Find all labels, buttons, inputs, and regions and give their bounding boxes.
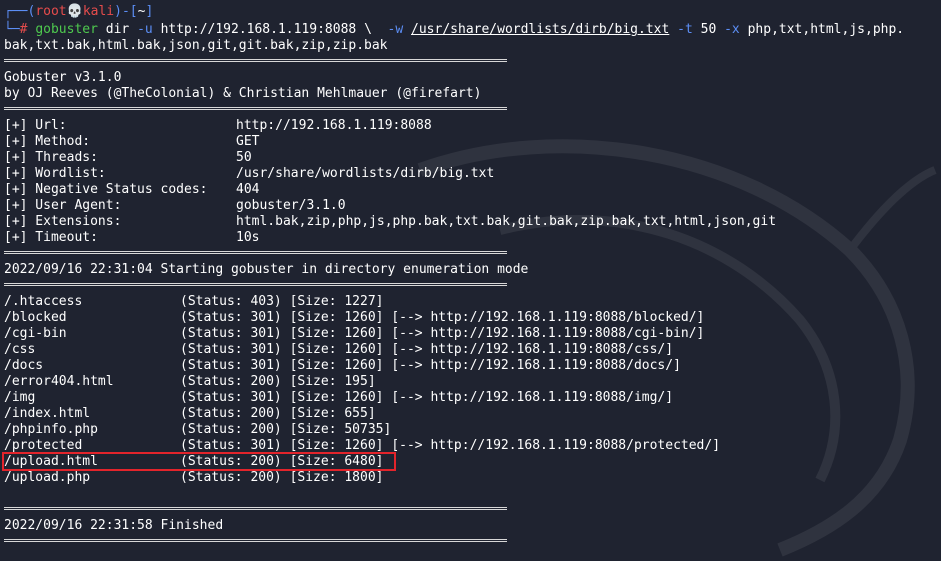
separator [4,507,507,510]
config-line: [+] Extensions: html.bak,zip,php,js,php.b… [4,214,776,230]
config-value: 404 [236,182,260,197]
finish-message: 2022/09/16 22:31:58 Finished [4,518,224,533]
config-value: 50 [236,150,252,165]
result-row: /index.html (Status: 200) [Size: 655] [4,406,376,422]
result-path: /index.html [4,406,91,421]
prompt-user: root [35,4,67,19]
result-info: (Status: 200) [Size: 195] [180,374,376,389]
command-extensions-2: bak,txt.bak,html.bak,json,git,git.bak,zi… [4,38,388,53]
result-row: /phpinfo.php (Status: 200) [Size: 50735] [4,422,391,438]
command-threads: 50 [700,22,717,37]
config-label: [+] Threads: [4,150,98,165]
config-value: /usr/share/wordlists/dirb/big.txt [236,166,495,181]
config-line: [+] Negative Status codes: 404 [4,182,259,198]
separator [4,59,507,62]
result-row: /css (Status: 301) [Size: 1260] [--> http… [4,342,673,358]
command-t-flag: -t [677,22,693,37]
config-line: [+] Url: http://192.168.1.119:8088 [4,118,432,134]
config-line: [+] User Agent: gobuster/3.1.0 [4,198,346,214]
config-line: [+] Timeout: 10s [4,230,259,246]
result-info: (Status: 301) [Size: 1260] [--> http://1… [180,342,674,357]
result-path: /error404.html [4,374,114,389]
result-path: /phpinfo.php [4,422,98,437]
prompt-end: ] [145,4,154,19]
result-path: /.htaccess [4,294,83,309]
skull-icon: 💀 [66,4,83,19]
config-label: [+] Negative Status codes: [4,182,208,197]
config-value: gobuster/3.1.0 [236,198,346,213]
result-path: /cgi-bin [4,326,67,341]
config-label: [+] Url: [4,118,67,133]
separator [4,107,507,110]
command-line[interactable]: └─# gobuster dir -u http://192.168.1.119… [4,22,904,38]
result-info: (Status: 301) [Size: 1260] [--> http://1… [180,310,705,325]
start-message: 2022/09/16 22:31:04 Starting gobuster in… [4,262,529,277]
prompt-mid: )-[ [114,4,138,19]
result-path: /blocked [4,310,67,325]
config-value: html.bak,zip,php,js,php.bak,txt.bak,git.… [236,214,777,229]
config-label: [+] Extensions: [4,214,122,229]
result-info: (Status: 200) [Size: 655] [180,406,376,421]
config-value: 10s [236,230,260,245]
config-label: [+] Wordlist: [4,166,106,181]
highlight-annotation-box [2,452,396,471]
command-extensions-1: php,txt,html,js,php. [747,22,905,37]
result-row: /img (Status: 301) [Size: 1260] [--> http… [4,390,673,406]
config-label: [+] Timeout: [4,230,98,245]
result-info: (Status: 301) [Size: 1260] [--> http://1… [180,438,721,453]
result-info: (Status: 301) [Size: 1260] [--> http://1… [180,358,681,373]
config-line: [+] Threads: 50 [4,150,252,166]
banner-authors: by OJ Reeves (@TheColonial) & Christian … [4,86,482,101]
config-label: [+] Method: [4,134,91,149]
result-info: (Status: 301) [Size: 1260] [--> http://1… [180,326,705,341]
result-row: /.htaccess (Status: 403) [Size: 1227] [4,294,384,310]
prompt-hash: # [19,22,28,37]
command-tool: gobuster [35,22,98,37]
result-info: (Status: 301) [Size: 1260] [--> http://1… [180,390,674,405]
command-u-flag: -u [137,22,153,37]
separator [4,251,507,254]
config-value: http://192.168.1.119:8088 [236,118,432,133]
command-continuation: \ [364,22,372,37]
prompt-corner-bottom: └─ [4,22,20,37]
config-line: [+] Method: GET [4,134,259,150]
result-path: /css [4,342,36,357]
result-row: /docs (Status: 301) [Size: 1260] [--> htt… [4,358,681,374]
command-wordlist: /usr/share/wordlists/dirb/big.txt [411,22,670,37]
config-line: [+] Wordlist: /usr/share/wordlists/dirb/b… [4,166,494,182]
result-row: /cgi-bin (Status: 301) [Size: 1260] [--> … [4,326,704,342]
result-path: /upload.php [4,470,91,485]
config-label: [+] User Agent: [4,198,122,213]
result-info: (Status: 200) [Size: 50735] [180,422,392,437]
result-row: /upload.php (Status: 200) [Size: 1800] [4,470,384,486]
result-path: /docs [4,358,44,373]
config-value: GET [236,134,260,149]
result-path: /img [4,390,36,405]
prompt-line: ┌──(root💀kali)-[~] [4,4,153,20]
result-info: (Status: 200) [Size: 1800] [180,470,384,485]
prompt-corner-top: ┌──( [4,4,36,19]
separator [4,283,507,286]
result-row: /blocked (Status: 301) [Size: 1260] [--> … [4,310,704,326]
command-url: http://192.168.1.119:8088 [160,22,357,37]
separator [4,539,507,542]
terminal-window[interactable]: ┌──(root💀kali)-[~] └─# gobuster dir -u h… [0,0,941,561]
banner-version: Gobuster v3.1.0 [4,70,122,85]
command-x-flag: -x [724,22,740,37]
result-row: /error404.html (Status: 200) [Size: 195] [4,374,376,390]
prompt-host: kali [82,4,115,19]
result-info: (Status: 403) [Size: 1227] [180,294,384,309]
command-mode: dir [105,22,130,37]
command-w-flag: -w [387,22,404,37]
